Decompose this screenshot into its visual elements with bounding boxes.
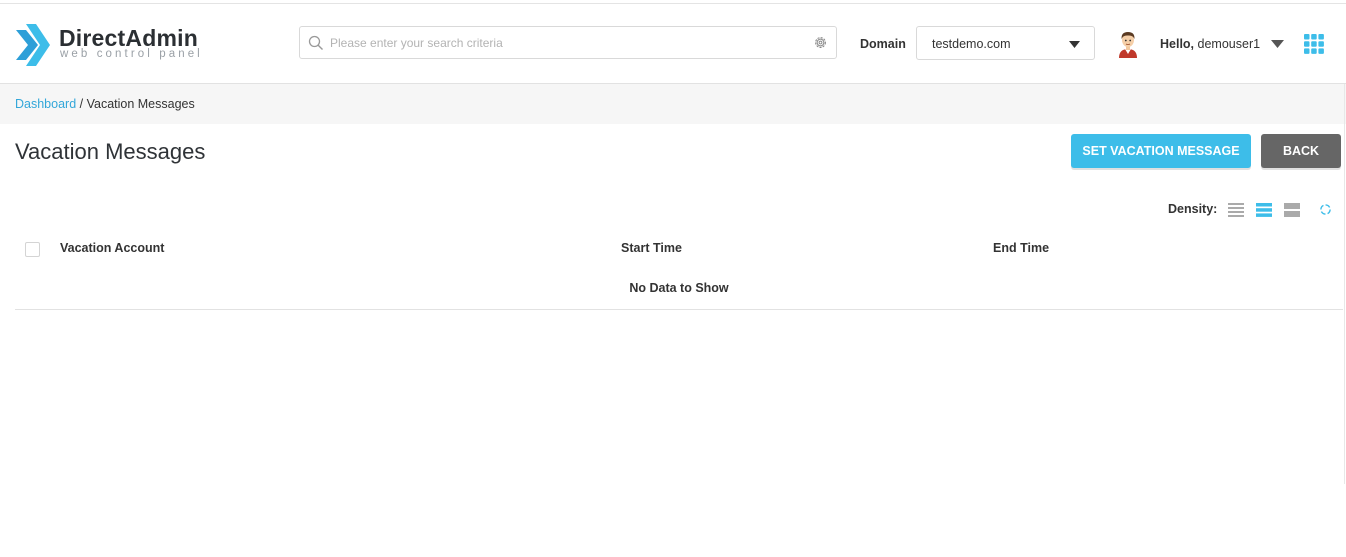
header: DirectAdmin web control panel Domain tes… xyxy=(0,4,1346,84)
breadcrumb-current: Vacation Messages xyxy=(86,97,195,111)
search-box xyxy=(299,26,837,59)
user-avatar[interactable] xyxy=(1116,30,1140,58)
vacation-messages-table: Vacation Account Start Time End Time No … xyxy=(15,231,1343,310)
breadcrumb-bar: Dashboard / Vacation Messages xyxy=(0,84,1346,124)
brand-tagline: web control panel xyxy=(60,48,203,60)
page-edge-divider xyxy=(1344,84,1345,484)
directadmin-logo-icon xyxy=(16,24,50,66)
domain-selected-value: testdemo.com xyxy=(932,37,1011,51)
set-vacation-message-button[interactable]: SET VACATION MESSAGE xyxy=(1071,134,1251,168)
refresh-icon[interactable] xyxy=(1319,203,1332,216)
gear-icon[interactable] xyxy=(813,35,828,50)
density-label: Density: xyxy=(1168,202,1218,216)
user-menu[interactable]: Hello, demouser1 xyxy=(1160,37,1260,51)
empty-state-text: No Data to Show xyxy=(629,281,729,295)
breadcrumb-separator: / xyxy=(76,97,87,111)
username: demouser1 xyxy=(1197,37,1261,51)
select-all-checkbox[interactable] xyxy=(25,242,40,257)
search-input[interactable] xyxy=(330,27,800,58)
breadcrumb-dashboard-link[interactable]: Dashboard xyxy=(15,97,76,111)
domain-label: Domain xyxy=(860,37,906,51)
apps-grid-icon[interactable] xyxy=(1304,34,1324,54)
density-normal-icon[interactable] xyxy=(1256,202,1272,218)
caret-down-icon xyxy=(1069,41,1080,48)
domain-select[interactable]: testdemo.com xyxy=(916,26,1095,60)
density-compact-icon[interactable] xyxy=(1228,202,1244,218)
column-header-vacation-account[interactable]: Vacation Account xyxy=(60,241,164,255)
empty-state-row: No Data to Show xyxy=(15,267,1343,310)
caret-down-icon[interactable] xyxy=(1271,40,1284,48)
page-title: Vacation Messages xyxy=(15,139,206,164)
greeting: Hello, xyxy=(1160,37,1195,51)
column-header-start-time[interactable]: Start Time xyxy=(621,241,682,255)
search-icon xyxy=(308,35,323,50)
column-header-end-time[interactable]: End Time xyxy=(993,241,1049,255)
back-button[interactable]: BACK xyxy=(1261,134,1341,168)
density-comfortable-icon[interactable] xyxy=(1284,202,1300,218)
table-header: Vacation Account Start Time End Time xyxy=(15,231,1343,267)
breadcrumb: Dashboard / Vacation Messages xyxy=(15,97,195,111)
logo[interactable]: DirectAdmin web control panel xyxy=(14,24,214,68)
